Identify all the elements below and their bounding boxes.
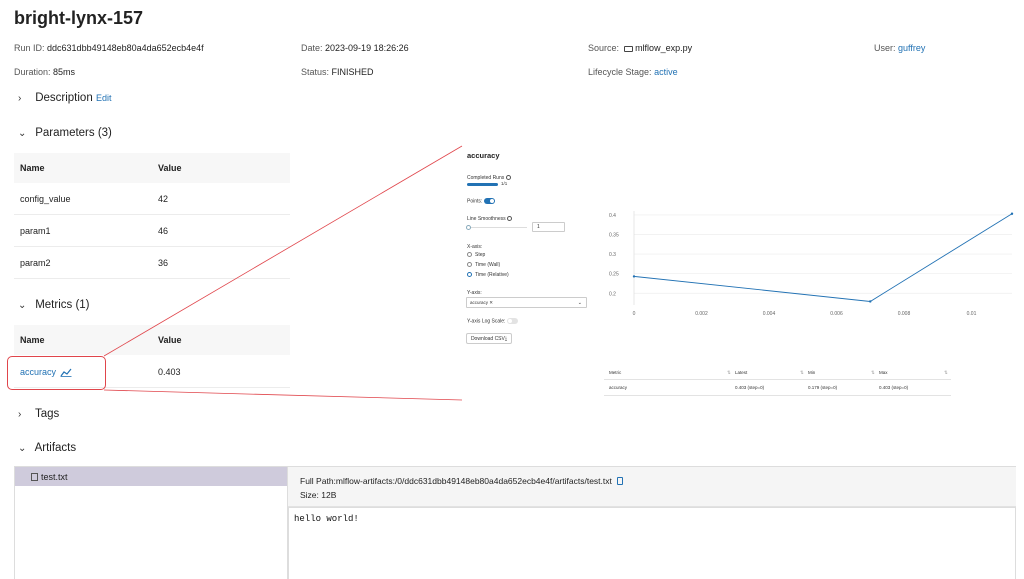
sort-icon[interactable]: ⇅ <box>727 370 731 376</box>
smoothness-input[interactable]: 1 <box>532 222 565 232</box>
sort-icon[interactable]: ⇅ <box>800 370 804 376</box>
radio-selected-icon[interactable] <box>467 272 472 278</box>
series-line-accuracy <box>633 213 1013 302</box>
ylog-toggle[interactable] <box>506 318 518 324</box>
y-tick-label: 0.2 <box>609 291 616 297</box>
summary-header-latest: Latest <box>735 370 748 375</box>
yaxis-select[interactable]: accuracy ✕ ⌄ <box>466 297 587 308</box>
xaxis-option-wall[interactable]: Time (Wall) <box>467 262 500 268</box>
summary-cell-latest: 0.403 (step=0) <box>735 385 765 390</box>
smoothness-slider-handle[interactable] <box>466 225 471 230</box>
y-tick-label: 0.4 <box>609 213 616 219</box>
x-tick-label: 0.002 <box>695 311 708 317</box>
x-tick-label: 0.006 <box>830 311 843 317</box>
smoothness-slider-track[interactable] <box>467 227 527 228</box>
chevron-down-icon[interactable]: ⌄ <box>578 300 582 306</box>
points-label: Points: <box>467 198 483 205</box>
completed-runs-bar <box>467 183 498 186</box>
x-tick-label: 0.008 <box>898 311 911 317</box>
xaxis-option-step[interactable]: Step <box>467 252 485 258</box>
radio-icon[interactable] <box>467 252 472 258</box>
help-icon <box>505 175 511 180</box>
summary-cell-metric: accuracy <box>609 385 628 390</box>
download-csv-label: Download CSV <box>470 336 505 342</box>
ylog-field: Y-axis Log Scale: <box>467 318 518 324</box>
points-toggle[interactable] <box>483 198 495 204</box>
remove-icon[interactable]: ✕ <box>489 300 493 305</box>
metric-summary-table: Metric ⇅ Latest ⇅ Min ⇅ Max ⇅ accuracy 0… <box>604 366 951 398</box>
summary-header-max: Max <box>879 370 888 375</box>
metric-view-title: accuracy <box>467 151 500 160</box>
summary-row: accuracy 0.403 (step=0) 0.179 (step=0) 0… <box>604 380 951 396</box>
download-icon: ⤓ <box>504 336 508 342</box>
summary-cell-max: 0.403 (step=0) <box>879 385 909 390</box>
x-tick-label: 0.004 <box>763 311 776 317</box>
download-csv-button[interactable]: Download CSV⤓ <box>466 333 512 344</box>
yaxis-selected-value: accuracy <box>470 300 489 305</box>
summary-cell-min: 0.179 (step=0) <box>808 385 838 390</box>
x-tick-label: 0 <box>633 311 636 317</box>
yaxis-selected-tag[interactable]: accuracy ✕ <box>470 300 493 306</box>
xaxis-label: X-axis: <box>467 244 483 250</box>
ylog-label: Y-axis Log Scale: <box>467 318 506 325</box>
x-tick-label: 0.01 <box>967 311 977 317</box>
sort-icon[interactable]: ⇅ <box>871 370 875 376</box>
xaxis-option-relative[interactable]: Time (Relative) <box>467 272 509 278</box>
data-point <box>632 275 636 278</box>
sort-icon[interactable]: ⇅ <box>944 370 948 376</box>
radio-icon[interactable] <box>467 262 472 268</box>
completed-runs-text: Completed Runs <box>467 175 505 181</box>
summary-header-min: Min <box>808 370 816 375</box>
smoothness-field: Line Smoothness <box>467 216 513 222</box>
metric-line-chart: 0.2 0.25 0.3 0.35 0.4 0 0.002 0.004 0.006 0.008 0.… <box>609 211 1014 317</box>
xaxis-option-label: Time (Relative) <box>475 272 509 278</box>
completed-runs-count: 1/1 <box>501 181 508 186</box>
yaxis-label: Y-axis: <box>467 290 482 296</box>
data-point <box>1010 212 1014 215</box>
xaxis-option-label: Time (Wall) <box>475 262 501 268</box>
y-tick-label: 0.3 <box>609 252 616 258</box>
y-tick-label: 0.25 <box>609 272 619 278</box>
smoothness-label: Line Smoothness <box>467 216 506 222</box>
points-field: Points: <box>467 198 495 204</box>
summary-header: Metric ⇅ Latest ⇅ Min ⇅ Max ⇅ <box>604 366 951 380</box>
xaxis-option-label: Step <box>475 252 486 258</box>
y-tick-label: 0.35 <box>609 233 619 239</box>
data-point <box>869 300 872 303</box>
summary-header-metric: Metric <box>609 370 622 375</box>
help-icon <box>507 216 513 221</box>
